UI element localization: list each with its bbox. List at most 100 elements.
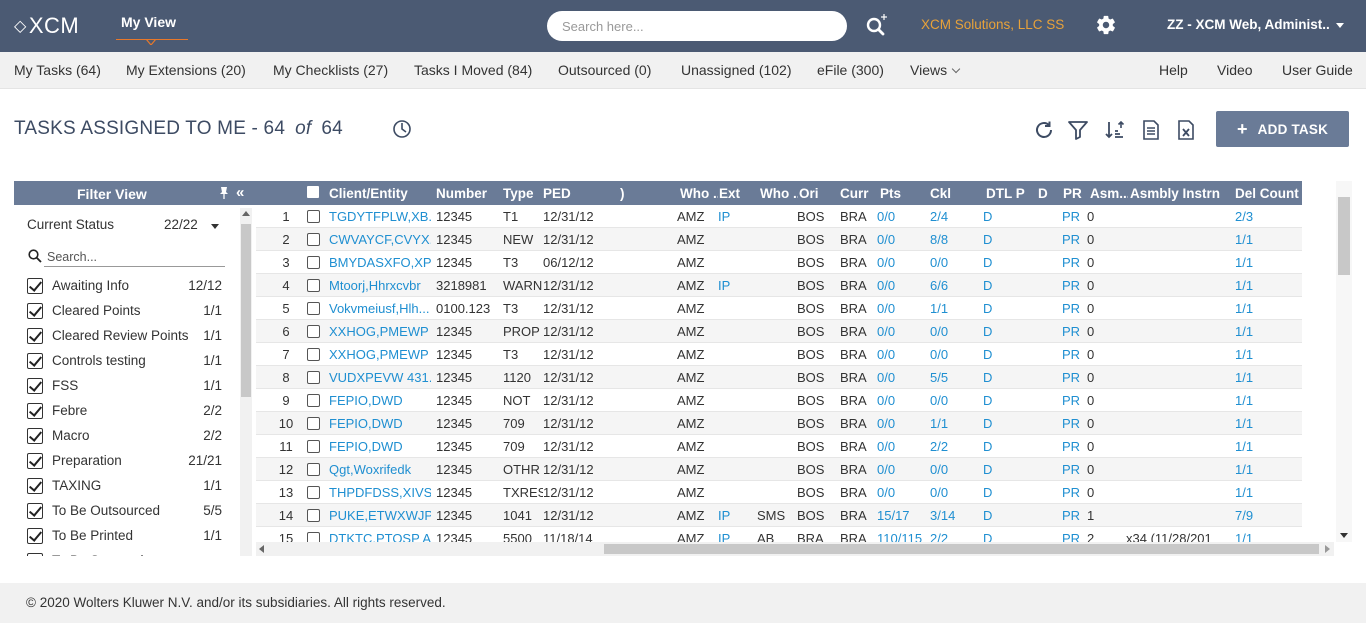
scroll-right-icon[interactable] bbox=[1325, 545, 1330, 553]
checklist-link[interactable]: 5/5 bbox=[930, 370, 970, 385]
scroll-up-icon[interactable] bbox=[242, 211, 250, 216]
status-filter-item[interactable]: Macro 2/2 bbox=[14, 426, 238, 451]
column-header[interactable]: PED bbox=[543, 186, 613, 201]
column-header[interactable]: Asmbly Instrn bbox=[1130, 186, 1230, 201]
column-header[interactable]: ) bbox=[620, 186, 630, 201]
status-filter-item[interactable]: Awaiting Info 12/12 bbox=[14, 276, 238, 301]
checklist-link[interactable]: 6/6 bbox=[930, 278, 970, 293]
dtl-link[interactable]: D bbox=[983, 278, 1003, 293]
status-filter-item[interactable]: Preparation 21/21 bbox=[14, 451, 238, 476]
status-filter-item[interactable]: Febre 2/2 bbox=[14, 401, 238, 426]
xcm-logo[interactable]: ◇ XCM bbox=[14, 12, 98, 40]
table-row[interactable]: 9 FEPIO,DWD 12345 NOT 12/31/12 AMZ BOS BRA 0/0 0/… bbox=[256, 389, 1302, 412]
nav-efile[interactable]: eFile (300) bbox=[817, 62, 884, 78]
row-checkbox[interactable] bbox=[307, 371, 320, 384]
table-row[interactable]: 4 Mtoorj,Hhrxcvbr 3218981 WARNI 12/31/12 AMZ I… bbox=[256, 274, 1302, 297]
sort-icon[interactable] bbox=[1103, 118, 1127, 142]
row-checkbox[interactable] bbox=[307, 348, 320, 361]
status-filter-checkbox[interactable] bbox=[27, 503, 43, 519]
points-link[interactable]: 0/0 bbox=[877, 416, 925, 431]
pin-icon[interactable] bbox=[218, 186, 230, 200]
row-checkbox[interactable] bbox=[307, 417, 320, 430]
extension-link[interactable]: IP bbox=[718, 209, 748, 224]
checklist-link[interactable]: 0/0 bbox=[930, 462, 970, 477]
vertical-scrollbar[interactable] bbox=[1336, 181, 1352, 542]
checklist-link[interactable]: 0/0 bbox=[930, 347, 970, 362]
nav-unassigned[interactable]: Unassigned (102) bbox=[681, 62, 792, 78]
advanced-search-icon[interactable] bbox=[864, 12, 890, 38]
client-entity-link[interactable]: XXHOG,PMEWP ... bbox=[329, 324, 431, 339]
column-header[interactable]: Client/Entity bbox=[329, 186, 434, 201]
row-checkbox[interactable] bbox=[307, 532, 320, 542]
client-entity-link[interactable]: Vokvmeiusf,Hlh... bbox=[329, 301, 431, 316]
column-header[interactable]: Pts bbox=[880, 186, 920, 201]
points-link[interactable]: 0/0 bbox=[877, 462, 925, 477]
points-link[interactable]: 0/0 bbox=[877, 439, 925, 454]
checklist-link[interactable]: 0/0 bbox=[930, 324, 970, 339]
points-link[interactable]: 0/0 bbox=[877, 278, 925, 293]
extension-link[interactable]: IP bbox=[718, 531, 748, 542]
delivery-count-link[interactable]: 1/1 bbox=[1235, 255, 1275, 270]
pr-link[interactable]: PR bbox=[1062, 393, 1082, 408]
nav-tasks-i-moved[interactable]: Tasks I Moved (84) bbox=[414, 62, 532, 78]
dtl-link[interactable]: D bbox=[983, 209, 1003, 224]
dtl-link[interactable]: D bbox=[983, 508, 1003, 523]
points-link[interactable]: 0/0 bbox=[877, 255, 925, 270]
status-filter-checkbox[interactable] bbox=[27, 453, 43, 469]
status-filter-checkbox[interactable] bbox=[27, 403, 43, 419]
pr-link[interactable]: PR bbox=[1062, 278, 1082, 293]
pr-link[interactable]: PR bbox=[1062, 485, 1082, 500]
delivery-count-link[interactable]: 1/1 bbox=[1235, 278, 1275, 293]
checklist-link[interactable]: 0/0 bbox=[930, 485, 970, 500]
column-header[interactable]: Who ... bbox=[760, 186, 798, 201]
client-entity-link[interactable]: DTKTC,PTOSP A... bbox=[329, 531, 431, 542]
checklist-link[interactable]: 2/4 bbox=[930, 209, 970, 224]
pr-link[interactable]: PR bbox=[1062, 439, 1082, 454]
client-entity-link[interactable]: Qgt,Woxrifedk bbox=[329, 462, 431, 477]
status-filter-checkbox[interactable] bbox=[27, 553, 43, 556]
table-row[interactable]: 12 Qgt,Woxrifedk 12345 OTHR 12/31/12 AMZ BOS BR… bbox=[256, 458, 1302, 481]
row-checkbox[interactable] bbox=[307, 394, 320, 407]
column-header[interactable]: PR bbox=[1063, 186, 1087, 201]
add-task-button[interactable]: + ADD TASK bbox=[1216, 111, 1349, 147]
delivery-count-link[interactable]: 1/1 bbox=[1235, 232, 1275, 247]
nav-video[interactable]: Video bbox=[1217, 62, 1253, 78]
status-filter-checkbox[interactable] bbox=[27, 353, 43, 369]
row-checkbox[interactable] bbox=[307, 279, 320, 292]
dtl-link[interactable]: D bbox=[983, 439, 1003, 454]
delivery-count-link[interactable]: 1/1 bbox=[1235, 347, 1275, 362]
filter-search-input[interactable] bbox=[44, 247, 225, 267]
horizontal-scrollbar-thumb[interactable] bbox=[604, 544, 1319, 554]
row-checkbox[interactable] bbox=[307, 325, 320, 338]
delivery-count-link[interactable]: 7/9 bbox=[1235, 508, 1275, 523]
pr-link[interactable]: PR bbox=[1062, 301, 1082, 316]
nav-my-extensions[interactable]: My Extensions (20) bbox=[126, 62, 246, 78]
pr-link[interactable]: PR bbox=[1062, 462, 1082, 477]
nav-help[interactable]: Help bbox=[1159, 62, 1188, 78]
status-filter-item[interactable]: Cleared Review Points 1/1 bbox=[14, 326, 238, 351]
points-link[interactable]: 0/0 bbox=[877, 209, 925, 224]
delivery-count-link[interactable]: 1/1 bbox=[1235, 485, 1275, 500]
points-link[interactable]: 0/0 bbox=[877, 370, 925, 385]
pr-link[interactable]: PR bbox=[1062, 531, 1082, 542]
scroll-left-icon[interactable] bbox=[259, 545, 264, 553]
client-entity-link[interactable]: TGDYTFPLW,XB... bbox=[329, 209, 431, 224]
excel-export-icon[interactable] bbox=[1174, 118, 1198, 142]
checklist-link[interactable]: 2/2 bbox=[930, 531, 970, 542]
client-entity-link[interactable]: VUDXPEVW 431... bbox=[329, 370, 431, 385]
pr-link[interactable]: PR bbox=[1062, 508, 1082, 523]
my-view-tab[interactable]: My View bbox=[116, 0, 188, 45]
column-header[interactable]: Ckl bbox=[930, 186, 975, 201]
row-checkbox[interactable] bbox=[307, 210, 320, 223]
row-checkbox[interactable] bbox=[307, 509, 320, 522]
pr-link[interactable]: PR bbox=[1062, 370, 1082, 385]
dtl-link[interactable]: D bbox=[983, 370, 1003, 385]
checklist-link[interactable]: 8/8 bbox=[930, 232, 970, 247]
table-row[interactable]: 13 THPDFDSS,XIVS... 12345 TXRES12/31/12 AMZ B… bbox=[256, 481, 1302, 504]
collapse-panel-icon[interactable]: « bbox=[236, 184, 244, 201]
points-link[interactable]: 0/0 bbox=[877, 485, 925, 500]
table-row[interactable]: 8 VUDXPEVW 431... 12345 1120 12/31/12 AMZ BOS B… bbox=[256, 366, 1302, 389]
client-entity-link[interactable]: CWVAYCF,CVYX... bbox=[329, 232, 431, 247]
dtl-link[interactable]: D bbox=[983, 232, 1003, 247]
table-row[interactable]: 7 XXHOG,PMEWP ... 12345 T3 12/31/12 AMZ BOS BRA… bbox=[256, 343, 1302, 366]
